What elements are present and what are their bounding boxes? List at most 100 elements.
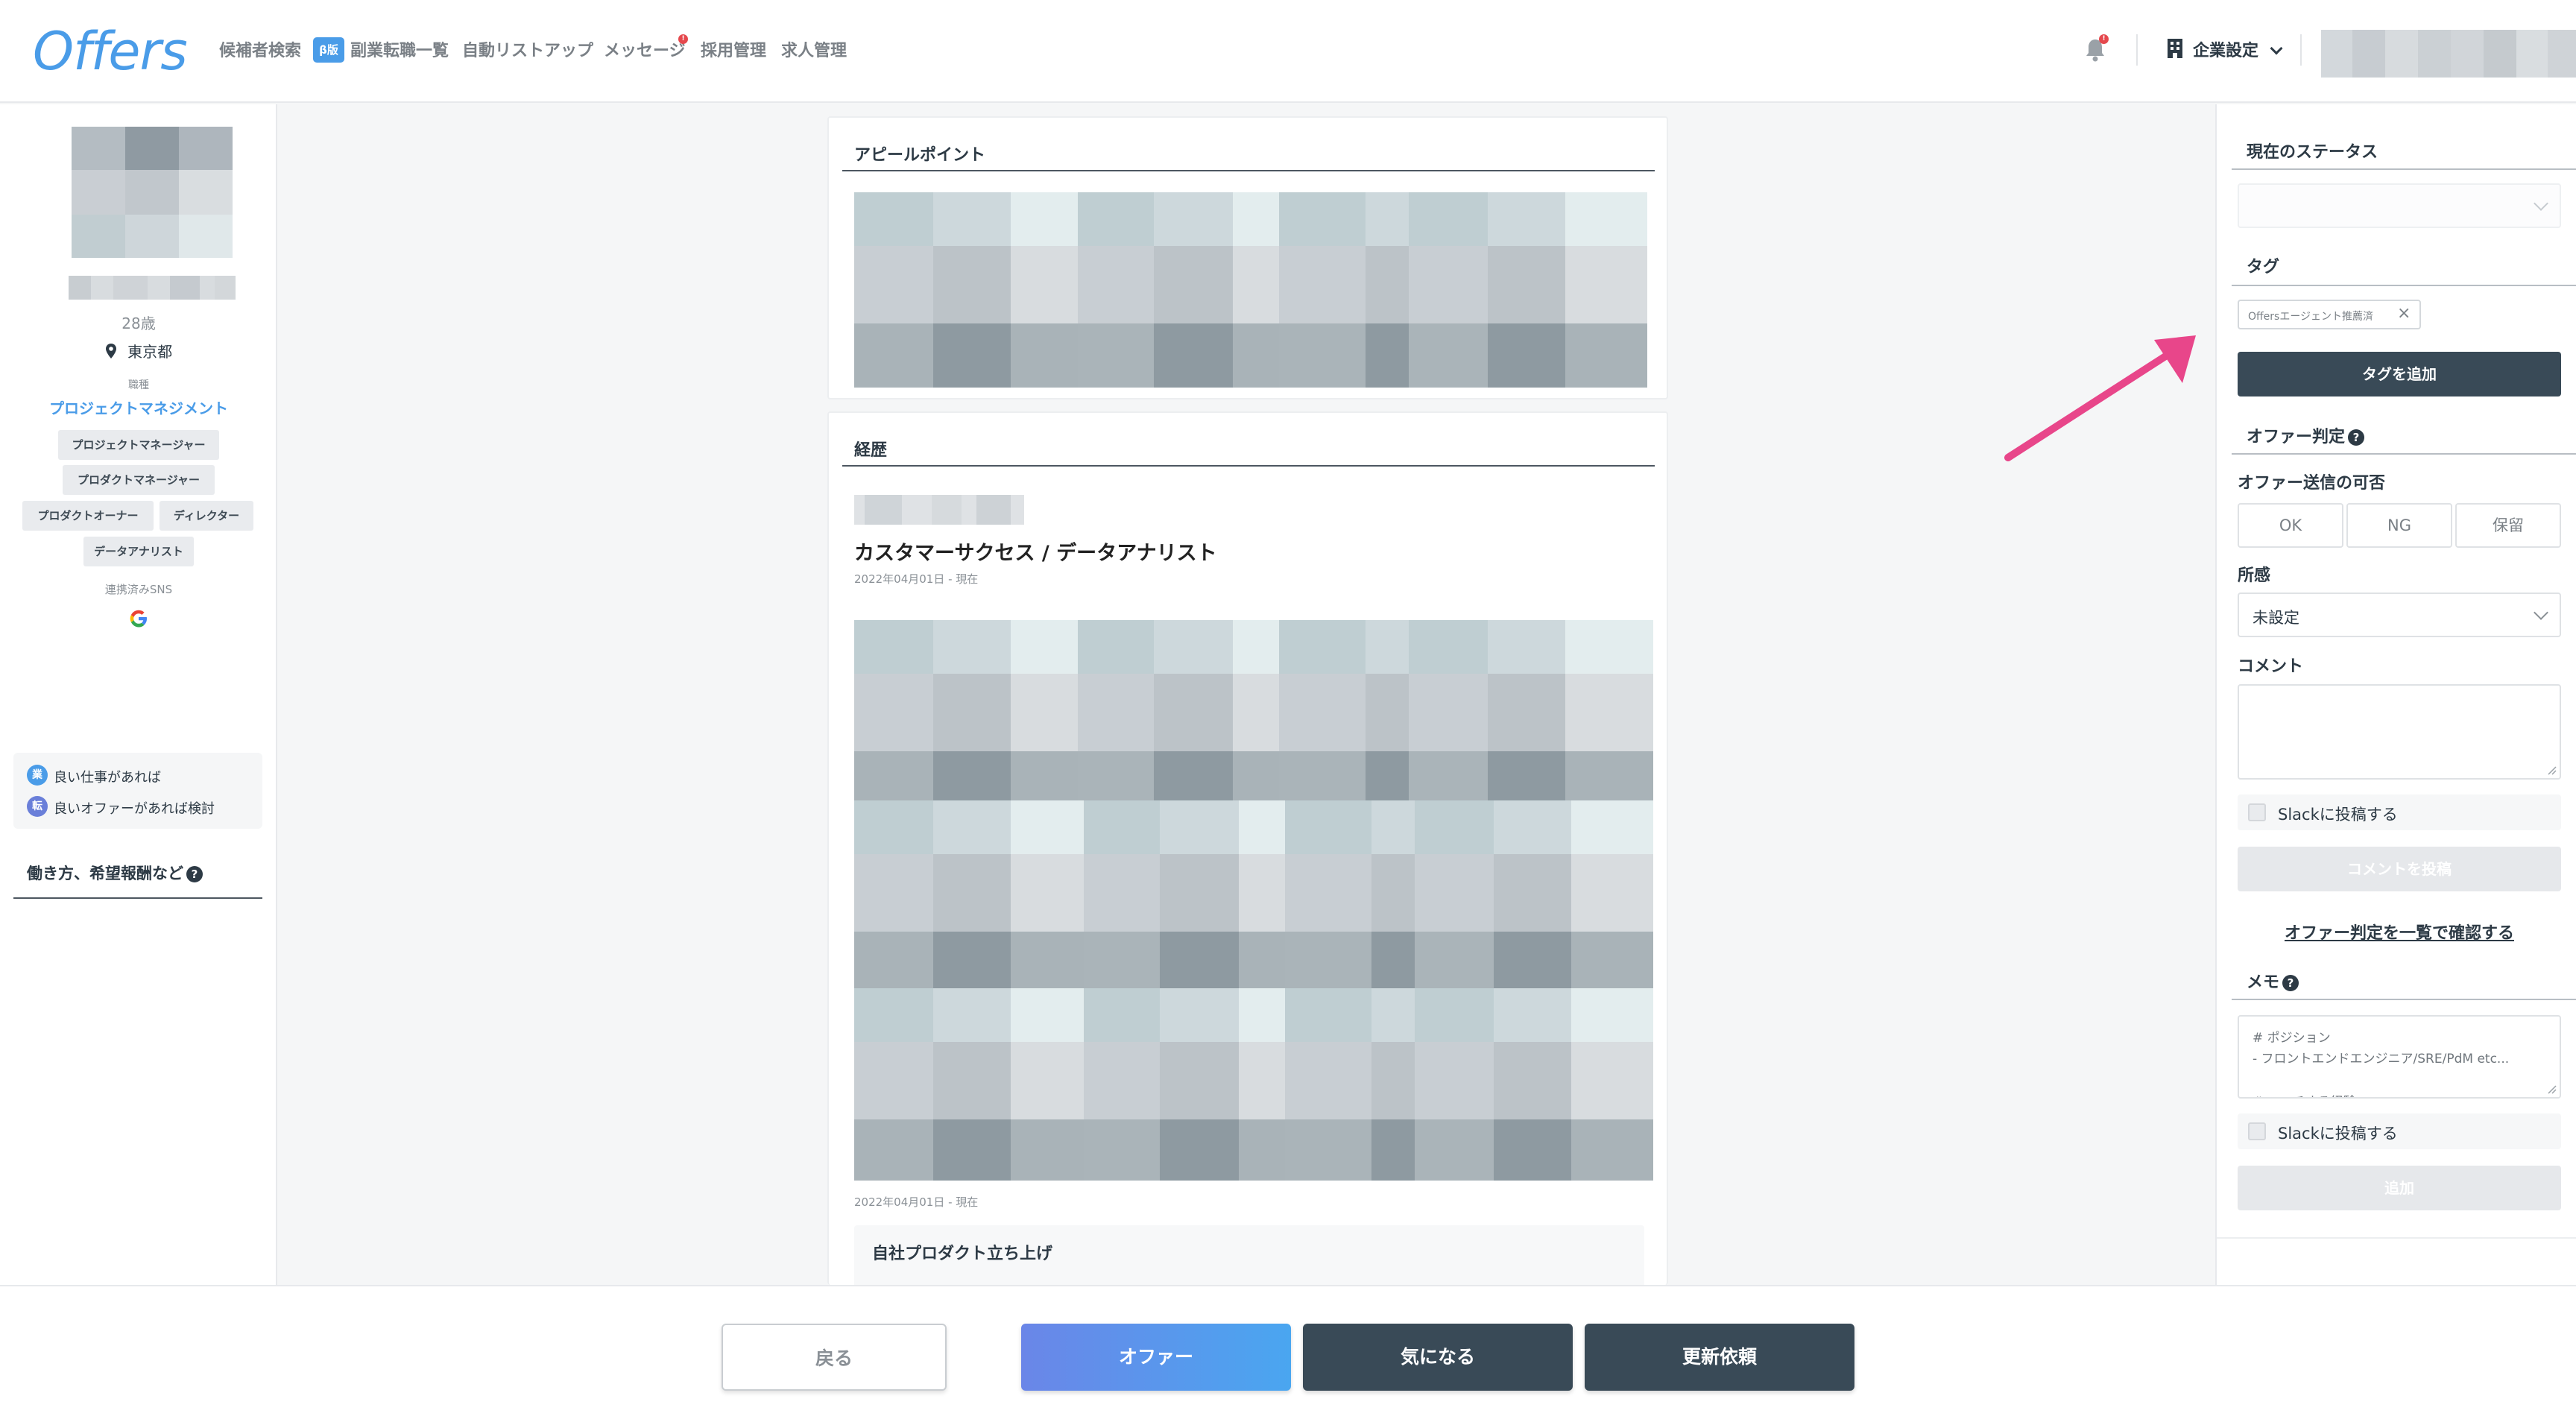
- job-type-link[interactable]: プロジェクトマネジメント: [0, 396, 277, 418]
- panel-divider: [2217, 1237, 2576, 1239]
- memo-textarea[interactable]: # ポジション - フロントエンドエンジニア/SRE/PdM etc... # …: [2238, 1015, 2561, 1099]
- impression-select-value: 未設定: [2253, 609, 2299, 627]
- linked-sns-label: 連携済みSNS: [104, 583, 173, 596]
- section-rule: [842, 170, 1655, 171]
- job-change-status-icon: 転: [27, 796, 48, 817]
- job-type-label: 職種: [128, 379, 149, 391]
- career-entry-date: 2022年04月01日 - 現在: [854, 572, 979, 586]
- current-status-heading: 現在のステータス: [2247, 143, 2378, 162]
- offer-ng-button[interactable]: NG: [2346, 503, 2452, 548]
- appeal-point-card: アピールポイント: [827, 116, 1668, 399]
- location-pin-icon: [105, 343, 127, 361]
- role-chip: ディレクター: [160, 501, 253, 531]
- update-request-button[interactable]: 更新依頼: [1585, 1324, 1854, 1391]
- annotation-arrow-icon: [2004, 335, 2196, 461]
- header-divider: [2300, 34, 2302, 66]
- offers-logo[interactable]: Offers: [33, 21, 188, 82]
- nav-recruitment[interactable]: 採用管理: [701, 37, 766, 61]
- role-chip: データアナリスト: [83, 537, 194, 566]
- nav-job-posts[interactable]: 求人管理: [781, 37, 847, 61]
- candidate-photo-blurred: [72, 127, 233, 258]
- interested-button[interactable]: 気になる: [1303, 1324, 1573, 1391]
- section-rule: [2232, 999, 2576, 1000]
- work-style-heading: 働き方、希望報酬など?: [27, 862, 203, 884]
- bell-notification-dot: !: [2099, 34, 2109, 44]
- offer-ok-button[interactable]: OK: [2238, 503, 2343, 548]
- chevron-down-icon: [2534, 196, 2548, 211]
- section-rule: [13, 897, 262, 899]
- offer-judgment-heading-text: オファー判定: [2247, 428, 2346, 446]
- messages-notification-dot: !: [678, 34, 688, 44]
- candidate-age: 28歳: [121, 315, 156, 332]
- role-chip: プロジェクトマネージャー: [58, 430, 219, 460]
- google-icon[interactable]: [128, 608, 149, 632]
- memo-placeholder-line: # ポジション: [2253, 1031, 2331, 1046]
- help-icon[interactable]: ?: [186, 866, 203, 882]
- memo-placeholder-line: - フロントエンドエンジニア/SRE/PdM etc...: [2253, 1052, 2510, 1067]
- appeal-point-title: アピールポイント: [854, 146, 986, 165]
- slack-post-checkbox[interactable]: [2248, 803, 2266, 821]
- impression-select[interactable]: 未設定: [2238, 593, 2561, 637]
- resize-handle-icon[interactable]: [2546, 1084, 2557, 1094]
- location-text: 東京都: [127, 343, 173, 361]
- project-title: 自社プロダクト立ち上げ: [872, 1245, 1053, 1263]
- nav-side-job-list[interactable]: 副業転職一覧: [350, 37, 449, 61]
- post-comment-button[interactable]: コメントを投稿: [2238, 847, 2561, 891]
- memo-slack-post-checkbox[interactable]: [2248, 1122, 2266, 1140]
- view-offer-judgments-link[interactable]: オファー判定を一覧で確認する: [2238, 920, 2561, 944]
- candidate-name-blurred: [69, 276, 236, 300]
- candidate-location: 東京都: [0, 340, 277, 361]
- account-avatar-blurred[interactable]: [2321, 30, 2576, 78]
- building-icon: [2166, 37, 2184, 63]
- slack-post-label: Slackに投稿する: [2278, 806, 2398, 824]
- chevron-down-icon: [2270, 42, 2283, 55]
- memo-slack-post-label: Slackに投稿する: [2278, 1125, 2398, 1143]
- memo-slack-post-row[interactable]: Slackに投稿する: [2238, 1113, 2561, 1149]
- offer-possibility-label: オファー送信の可否: [2238, 474, 2386, 493]
- slack-post-row[interactable]: Slackに投稿する: [2238, 794, 2561, 830]
- nav-candidate-search[interactable]: 候補者検索: [219, 37, 301, 61]
- section-rule: [2232, 168, 2576, 170]
- tag-heading: タグ: [2247, 258, 2280, 277]
- project-box: 自社プロダクト立ち上げ: [854, 1225, 1644, 1292]
- beta-badge: β版: [313, 37, 344, 63]
- career-description-blurred: [854, 620, 1653, 1181]
- header-divider: [2136, 34, 2138, 66]
- memo-heading: メモ?: [2247, 969, 2299, 993]
- nav-messages[interactable]: メッセージ: [604, 37, 686, 61]
- side-job-status-text: 良い仕事があれば: [54, 770, 161, 786]
- career-card: 経歴 カスタマーサクセス / データアナリスト 2022年04月01日 - 現在…: [827, 411, 1668, 1292]
- impression-label: 所感: [2238, 566, 2271, 585]
- section-rule: [2232, 453, 2576, 455]
- comment-label: コメント: [2238, 657, 2304, 676]
- section-rule: [842, 465, 1655, 467]
- offer-hold-button[interactable]: 保留: [2455, 503, 2561, 548]
- status-select[interactable]: [2238, 183, 2561, 228]
- comment-textarea[interactable]: [2238, 684, 2561, 780]
- help-icon[interactable]: ?: [2348, 429, 2365, 446]
- company-settings-label: 企業設定: [2193, 42, 2259, 60]
- side-job-status-icon: 業: [27, 765, 48, 786]
- work-style-heading-text: 働き方、希望報酬など: [27, 865, 183, 882]
- memo-heading-text: メモ: [2247, 973, 2280, 992]
- add-memo-button[interactable]: 追加: [2238, 1166, 2561, 1210]
- resize-handle-icon[interactable]: [2546, 765, 2557, 775]
- help-icon[interactable]: ?: [2282, 975, 2299, 991]
- add-tag-button[interactable]: タグを追加: [2238, 352, 2561, 396]
- career-title: 経歴: [854, 441, 888, 460]
- memo-placeholder-line: # マッチする経験: [2253, 1091, 2356, 1097]
- section-rule: [2232, 285, 2576, 286]
- back-button[interactable]: 戻る: [722, 1324, 947, 1391]
- offer-button[interactable]: オファー: [1021, 1324, 1291, 1391]
- career-entry-title: カスタマーサクセス / データアナリスト: [854, 542, 1217, 565]
- chevron-down-icon: [2534, 605, 2548, 620]
- candidate-profile-sidebar: 28歳 東京都 職種 プロジェクトマネジメント プロジェクトマネージャー プロダ…: [0, 104, 277, 1285]
- job-seeking-status-box: 業 良い仕事があれば 転 良いオファーがあれば検討: [13, 753, 262, 829]
- company-settings-menu[interactable]: 企業設定: [2193, 37, 2283, 61]
- close-icon[interactable]: ×: [2397, 304, 2411, 323]
- nav-auto-listup[interactable]: 自動リストアップ: [462, 37, 593, 61]
- tag-chip-label: Offersエージェント推薦済: [2248, 311, 2374, 323]
- recruiter-side-panel: 現在のステータス タグ Offersエージェント推薦済 × タグを追加 オファー…: [2215, 104, 2576, 1285]
- offer-judgment-heading: オファー判定?: [2247, 423, 2365, 447]
- bottom-action-bar: 戻る オファー 気になる 更新依頼: [0, 1285, 2576, 1425]
